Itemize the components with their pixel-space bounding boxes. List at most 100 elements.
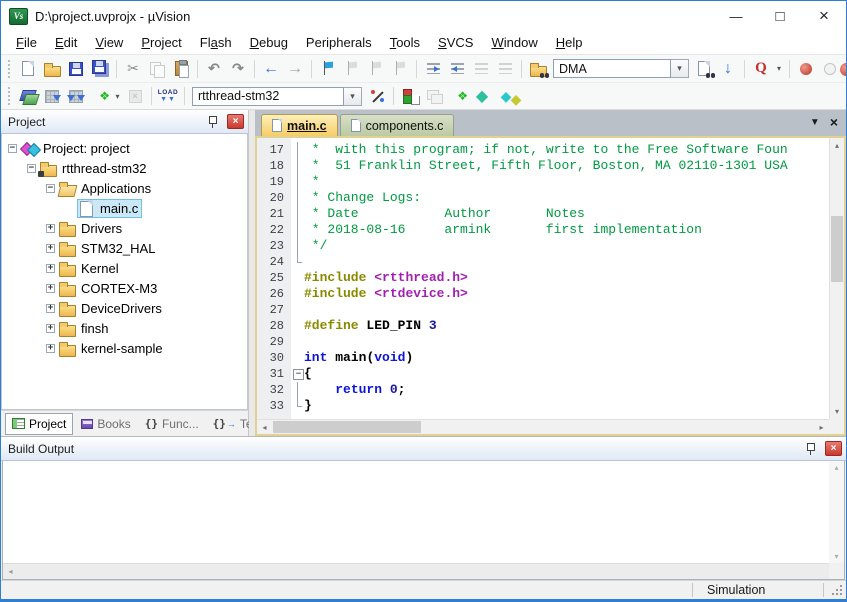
menu-help[interactable]: Help — [547, 33, 592, 52]
download-button[interactable]: LOAD▼▼ — [156, 85, 180, 107]
save-button[interactable] — [64, 58, 88, 80]
indent-button[interactable] — [421, 58, 445, 80]
maximize-button[interactable]: □ — [758, 1, 802, 31]
breakpoint-clear-button[interactable] — [840, 63, 846, 76]
tree-expander[interactable]: + — [46, 304, 55, 313]
uncomment-button[interactable] — [493, 58, 517, 80]
navigate-back-button[interactable]: ← — [259, 58, 283, 80]
target-combobox[interactable]: rtthread-stm32 ▾ — [192, 87, 362, 106]
new-file-button[interactable] — [16, 58, 40, 80]
bookmark-toggle-button[interactable] — [316, 58, 340, 80]
toolbar-grip[interactable] — [6, 60, 13, 78]
breakpoint-enable-button[interactable] — [818, 58, 842, 80]
scroll-down-icon[interactable]: ▾ — [830, 404, 844, 419]
tree-expander[interactable]: − — [46, 184, 55, 193]
tree-item-main-c[interactable]: main.c — [2, 198, 247, 218]
menu-debug[interactable]: Debug — [241, 33, 297, 52]
panel-tab-project[interactable]: Project — [5, 413, 73, 435]
tree-item-applications[interactable]: −Applications — [2, 178, 247, 198]
tree-item-devicedrivers[interactable]: +DeviceDrivers — [2, 298, 247, 318]
menu-tools[interactable]: Tools — [381, 33, 429, 52]
build-button[interactable] — [40, 85, 64, 107]
tree-item-cortex-m3[interactable]: +CORTEX-M3 — [2, 278, 247, 298]
manage-rte-button[interactable]: ❖ — [446, 85, 470, 107]
unindent-button[interactable] — [445, 58, 469, 80]
project-panel-close-icon[interactable]: × — [227, 114, 244, 129]
tree-item-finsh[interactable]: +finsh — [2, 318, 247, 338]
bookmark-clear-button[interactable] — [388, 58, 412, 80]
menu-flash[interactable]: Flash — [191, 33, 241, 52]
incremental-find-button[interactable]: ↓ — [716, 58, 740, 80]
scroll-left-icon[interactable]: ◂ — [3, 567, 18, 576]
tab-list-dropdown-icon[interactable]: ▼ — [810, 117, 820, 128]
navigate-forward-button[interactable]: → — [283, 58, 307, 80]
build-output-horizontal-scrollbar[interactable]: ◂ — [3, 563, 829, 579]
scroll-up-icon[interactable]: ▴ — [830, 138, 844, 153]
menu-peripherals[interactable]: Peripherals — [297, 33, 381, 52]
tree-expander[interactable]: + — [46, 324, 55, 333]
search-dropdown-icon[interactable]: ▾ — [671, 59, 689, 78]
tab-main-c[interactable]: main.c — [261, 114, 338, 136]
tree-expander[interactable]: + — [46, 264, 55, 273]
tree-item-rtthread-stm32[interactable]: −rtthread-stm32 — [2, 158, 247, 178]
toolbar-grip[interactable] — [6, 87, 13, 105]
tree-expander[interactable]: − — [27, 164, 36, 173]
tree-expander[interactable]: − — [8, 144, 17, 153]
target-dropdown-icon[interactable]: ▾ — [344, 87, 362, 106]
tree-expander[interactable]: + — [46, 224, 55, 233]
tree-item-drivers[interactable]: +Drivers — [2, 218, 247, 238]
undo-button[interactable]: ↶ — [202, 58, 226, 80]
menu-view[interactable]: View — [86, 33, 132, 52]
stop-build-button[interactable]: × — [123, 85, 147, 107]
manage-project-items-button[interactable] — [398, 85, 422, 107]
tree-item-kernel[interactable]: +Kernel — [2, 258, 247, 278]
panel-tab-books[interactable]: Books — [75, 414, 136, 434]
paste-button[interactable] — [169, 58, 193, 80]
redo-button[interactable]: ↷ — [226, 58, 250, 80]
save-all-button[interactable] — [88, 58, 112, 80]
translate-button[interactable] — [16, 85, 40, 107]
pack-installer-button[interactable]: ◆◆ — [494, 85, 518, 107]
code-editor[interactable]: 17 * with this program; if not, write to… — [257, 138, 829, 419]
tree-item-stm32-hal[interactable]: +STM32_HAL — [2, 238, 247, 258]
tree-item-kernel-sample[interactable]: +kernel-sample — [2, 338, 247, 358]
target-options-button[interactable] — [365, 85, 389, 107]
cut-button[interactable]: ✂ — [121, 58, 145, 80]
tab-components-c[interactable]: components.c — [340, 114, 455, 136]
menu-svcs[interactable]: SVCS — [429, 33, 482, 52]
menu-window[interactable]: Window — [482, 33, 546, 52]
menu-file[interactable]: File — [7, 33, 46, 52]
batch-build-button[interactable]: ❖ — [88, 85, 112, 107]
select-packs-button[interactable]: ◆ — [470, 85, 494, 107]
document-close-icon[interactable]: × — [830, 114, 838, 130]
code-find-button[interactable]: Q — [749, 58, 773, 80]
target-select[interactable]: rtthread-stm32 — [192, 87, 344, 106]
panel-tab-func[interactable]: {}Func... — [139, 414, 205, 434]
find-in-files-button[interactable] — [526, 58, 550, 80]
close-button[interactable]: × — [802, 1, 846, 31]
scroll-down-icon[interactable]: ▾ — [834, 552, 838, 561]
tree-expander[interactable]: + — [46, 344, 55, 353]
pin-icon[interactable] — [207, 115, 219, 128]
resize-grip[interactable] — [824, 581, 846, 599]
build-output-close-icon[interactable]: × — [825, 441, 842, 456]
batch-build-dropdown-icon[interactable]: ▾ — [112, 85, 123, 107]
vertical-scroll-thumb[interactable] — [831, 216, 843, 282]
scroll-right-icon[interactable]: ▸ — [814, 420, 829, 434]
search-input[interactable]: DMA — [553, 59, 671, 78]
code-find-dropdown-icon[interactable]: ▾ — [773, 58, 785, 80]
open-file-button[interactable] — [40, 58, 64, 80]
find-button[interactable] — [692, 58, 716, 80]
horizontal-scroll-thumb[interactable] — [273, 421, 421, 433]
bookmark-next-button[interactable] — [364, 58, 388, 80]
bookmark-prev-button[interactable] — [340, 58, 364, 80]
minimize-button[interactable]: — — [714, 1, 758, 31]
editor-horizontal-scrollbar[interactable]: ◂ ▸ — [257, 419, 829, 434]
comment-button[interactable] — [469, 58, 493, 80]
scroll-up-icon[interactable]: ▴ — [834, 463, 838, 472]
tree-expander[interactable]: + — [46, 244, 55, 253]
scroll-left-icon[interactable]: ◂ — [257, 420, 272, 434]
menu-project[interactable]: Project — [132, 33, 190, 52]
build-output-vertical-scrollbar[interactable]: ▴ ▾ — [829, 461, 844, 563]
breakpoint-toggle-button[interactable] — [794, 58, 818, 80]
